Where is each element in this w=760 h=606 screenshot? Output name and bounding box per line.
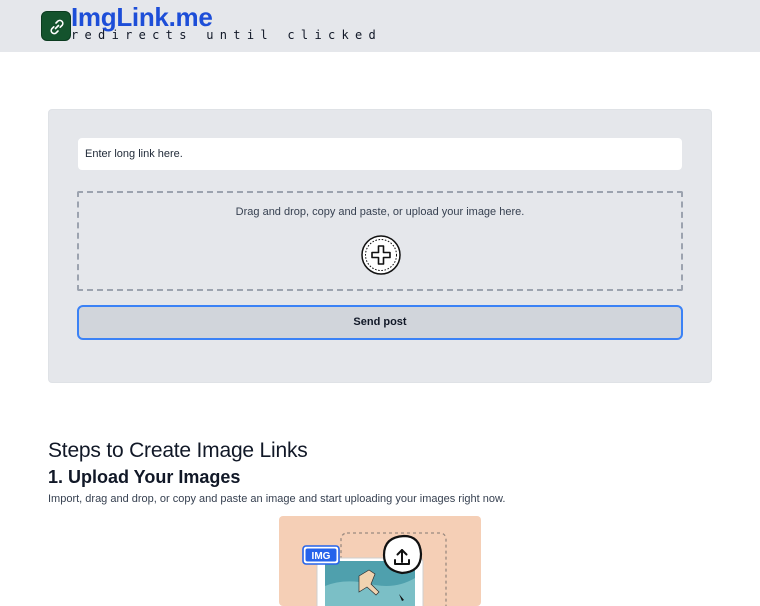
image-dropzone[interactable]: Drag and drop, copy and paste, or upload… bbox=[77, 191, 683, 291]
brand-tagline: redirects until clicked bbox=[71, 28, 383, 42]
long-link-input[interactable] bbox=[77, 137, 683, 171]
dropzone-instructions: Drag and drop, copy and paste, or upload… bbox=[235, 206, 525, 218]
plus-circle-icon[interactable] bbox=[361, 235, 401, 275]
send-post-button[interactable]: Send post bbox=[77, 305, 683, 340]
img-badge-text: IMG bbox=[312, 551, 331, 562]
steps-heading: Steps to Create Image Links bbox=[48, 439, 308, 462]
step1-description: Import, drag and drop, or copy and paste… bbox=[48, 493, 506, 505]
upload-illustration: IMG bbox=[279, 516, 481, 606]
top-header: ImgLink.me redirects until clicked bbox=[0, 0, 760, 52]
illustration-art: IMG bbox=[302, 532, 447, 606]
link-icon[interactable] bbox=[41, 11, 71, 41]
step1-title: 1. Upload Your Images bbox=[48, 467, 241, 487]
